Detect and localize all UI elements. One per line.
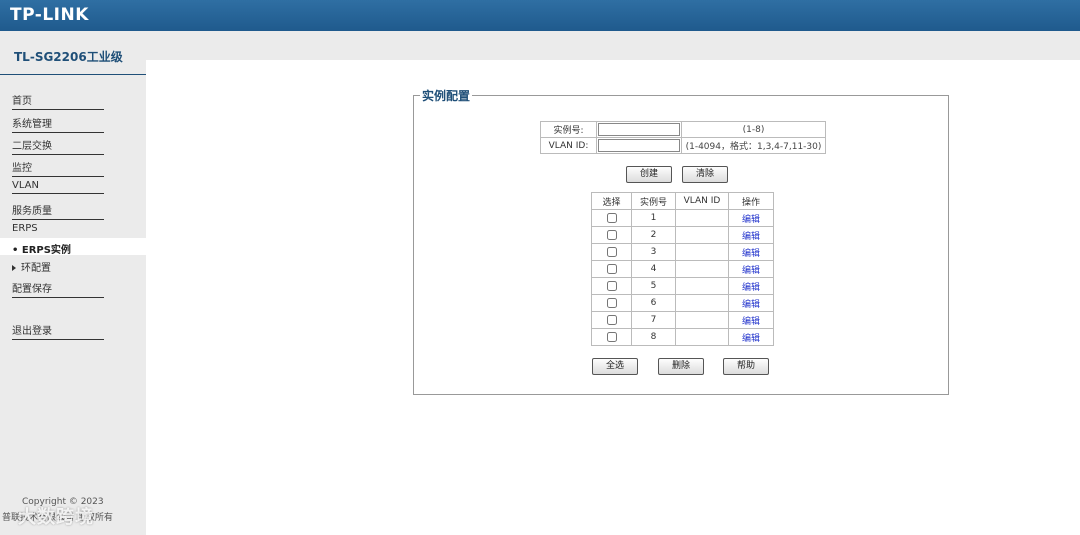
row-vlan-id (675, 277, 729, 295)
col-header-instance: 实例号 (631, 192, 676, 210)
sidebar-item-erps[interactable]: ERPS (12, 223, 104, 236)
select-all-button[interactable]: 全选 (592, 358, 638, 375)
panel-title: 实例配置 (420, 87, 473, 104)
row-vlan-id (675, 226, 729, 244)
table-row: 4 编辑 (591, 260, 774, 278)
sidebar-item-monitor[interactable]: 监控 (12, 159, 104, 177)
col-header-vlan-id: VLAN ID (675, 192, 729, 210)
col-header-action: 操作 (728, 192, 774, 210)
instance-config-panel: 实例配置 实例号: (1-8) VLAN ID: (1-4094，格式：1,3,… (413, 87, 949, 395)
main-content: 实例配置 实例号: (1-8) VLAN ID: (1-4094，格式：1,3,… (146, 60, 1080, 535)
row-edit-link[interactable]: 编辑 (742, 266, 760, 276)
row-vlan-id (675, 260, 729, 278)
col-header-select: 选择 (591, 192, 632, 210)
triangle-right-icon (12, 265, 16, 271)
sidebar-item-home[interactable]: 首页 (12, 92, 104, 110)
row-instance-id: 4 (631, 260, 676, 278)
instance-id-hint: (1-8) (681, 121, 826, 138)
delete-button[interactable]: 删除 (658, 358, 704, 375)
row-instance-id: 5 (631, 277, 676, 295)
instance-form: 实例号: (1-8) VLAN ID: (1-4094，格式：1,3,4-7,1… (540, 121, 826, 154)
row-edit-link[interactable]: 编辑 (742, 215, 760, 225)
model-title: TL-SG2206工业级 (14, 50, 123, 64)
row-vlan-id (675, 209, 729, 227)
sidebar-item-vlan[interactable]: VLAN (12, 180, 104, 194)
instance-id-input[interactable] (598, 123, 680, 136)
vlan-id-hint: (1-4094，格式：1,3,4-7,11-30) (681, 137, 826, 154)
row-instance-id: 7 (631, 311, 676, 329)
row-vlan-id (675, 328, 729, 346)
row-select-checkbox[interactable] (606, 229, 617, 240)
tp-link-logo: TP-LINK (10, 5, 89, 25)
sidebar-item-save-config[interactable]: 配置保存 (12, 280, 104, 298)
sidebar-item-logout[interactable]: 退出登录 (12, 322, 104, 340)
sidebar-item-qos[interactable]: 服务质量 (12, 202, 104, 220)
row-edit-link[interactable]: 编辑 (742, 232, 760, 242)
row-vlan-id (675, 243, 729, 261)
table-row: 5 编辑 (591, 277, 774, 295)
sidebar-item-erps-instance-label: • ERPS实例 (12, 245, 71, 256)
row-edit-link[interactable]: 编辑 (742, 283, 760, 293)
sidebar-item-erps-instance[interactable]: • ERPS实例 (0, 238, 146, 256)
row-vlan-id (675, 311, 729, 329)
sidebar-item-system[interactable]: 系统管理 (12, 115, 104, 133)
row-select-checkbox[interactable] (606, 280, 617, 291)
top-header: TP-LINK (0, 0, 1080, 31)
row-instance-id: 3 (631, 243, 676, 261)
row-edit-link[interactable]: 编辑 (742, 334, 760, 344)
row-select-checkbox[interactable] (606, 297, 617, 308)
row-select-checkbox[interactable] (606, 246, 617, 257)
table-row: 6 编辑 (591, 294, 774, 312)
help-button[interactable]: 帮助 (723, 358, 769, 375)
create-button[interactable]: 创建 (626, 166, 672, 183)
sidebar-item-ring-config-label: 环配置 (21, 263, 51, 274)
row-instance-id: 8 (631, 328, 676, 346)
row-edit-link[interactable]: 编辑 (742, 249, 760, 259)
row-instance-id: 1 (631, 209, 676, 227)
vlan-id-input[interactable] (598, 139, 680, 152)
instance-table: 选择 实例号 VLAN ID 操作 1 编辑 2 编辑 3 编辑 4 编辑 5 编辑 6 编辑 7 编辑 8… (591, 192, 774, 346)
table-row: 8 编辑 (591, 328, 774, 346)
sidebar-item-ring-config[interactable]: 环配置 (12, 259, 51, 274)
sidebar-item-l2-switching[interactable]: 二层交换 (12, 137, 104, 155)
watermark: 大数跨境 (18, 507, 94, 528)
row-vlan-id (675, 294, 729, 312)
table-row: 2 编辑 (591, 226, 774, 244)
row-edit-link[interactable]: 编辑 (742, 317, 760, 327)
table-row: 3 编辑 (591, 243, 774, 261)
row-select-checkbox[interactable] (606, 212, 617, 223)
vlan-id-label: VLAN ID: (540, 137, 597, 154)
table-row: 7 编辑 (591, 311, 774, 329)
table-row: 1 编辑 (591, 209, 774, 227)
row-instance-id: 2 (631, 226, 676, 244)
row-edit-link[interactable]: 编辑 (742, 300, 760, 310)
row-select-checkbox[interactable] (606, 263, 617, 274)
row-select-checkbox[interactable] (606, 314, 617, 325)
row-instance-id: 6 (631, 294, 676, 312)
instance-id-label: 实例号: (540, 121, 597, 138)
row-select-checkbox[interactable] (606, 331, 617, 342)
clear-button[interactable]: 清除 (682, 166, 728, 183)
